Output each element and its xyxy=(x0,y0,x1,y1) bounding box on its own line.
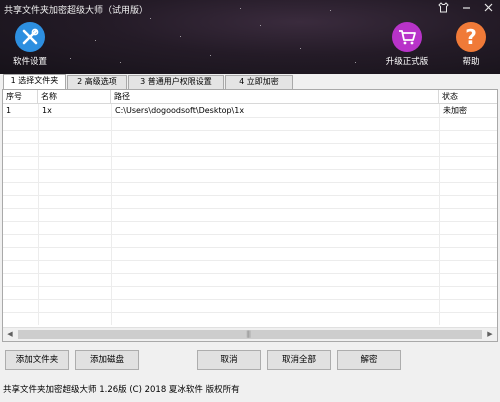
close-icon[interactable] xyxy=(482,2,494,14)
help-button[interactable]: ? 帮助 xyxy=(447,22,495,67)
cancel-button[interactable]: 取消 xyxy=(197,350,261,370)
column-header-status[interactable]: 状态 xyxy=(439,90,497,104)
table-header: 序号 名称 路径 状态 xyxy=(3,90,497,104)
tab-select-folder[interactable]: 1 选择文件夹 xyxy=(3,74,66,90)
tab-user-permissions[interactable]: 3 普通用户权限设置 xyxy=(128,75,224,89)
app-header: 共享文件夹加密超级大师（试用版） 软件设置 升级正式版 ? 帮助 xyxy=(0,0,500,74)
settings-label: 软件设置 xyxy=(12,57,47,67)
cancel-all-button[interactable]: 取消全部 xyxy=(267,350,331,370)
folder-table: 序号 名称 路径 状态 1 1x C:\Users\dogoodsoft\Des… xyxy=(2,89,498,342)
status-bar: 共享文件夹加密超级大师 1.26版 (C) 2018 夏冰软件 版权所有 xyxy=(3,385,240,395)
cell-status: 未加密 xyxy=(443,106,467,115)
settings-button[interactable]: 软件设置 xyxy=(6,22,54,67)
scroll-right-arrow-icon[interactable]: ▶ xyxy=(483,328,497,341)
column-header-path[interactable]: 路径 xyxy=(111,90,439,104)
cell-path: C:\Users\dogoodsoft\Desktop\1x xyxy=(115,106,245,115)
scroll-left-arrow-icon[interactable]: ◀ xyxy=(3,328,17,341)
column-header-index[interactable]: 序号 xyxy=(3,90,38,104)
cell-name: 1x xyxy=(42,106,52,115)
cart-icon xyxy=(392,22,422,52)
column-header-name[interactable]: 名称 xyxy=(38,90,111,104)
tab-advanced-options[interactable]: 2 高级选项 xyxy=(67,75,127,89)
upgrade-button[interactable]: 升级正式版 xyxy=(383,22,431,67)
add-folder-button[interactable]: 添加文件夹 xyxy=(5,350,69,370)
tools-icon xyxy=(15,22,45,52)
tab-bar: 1 选择文件夹 2 高级选项 3 普通用户权限设置 4 立即加密 xyxy=(0,74,500,90)
minimize-icon[interactable] xyxy=(460,2,472,14)
upgrade-label: 升级正式版 xyxy=(385,57,429,67)
grip-icon: ||| xyxy=(246,330,251,338)
tab-encrypt-now[interactable]: 4 立即加密 xyxy=(225,75,293,89)
cell-index: 1 xyxy=(6,106,12,115)
scrollbar-thumb[interactable]: ||| xyxy=(18,330,482,339)
question-icon: ? xyxy=(456,22,486,52)
window-title: 共享文件夹加密超级大师（试用版） xyxy=(4,6,149,16)
add-disk-button[interactable]: 添加磁盘 xyxy=(75,350,139,370)
decrypt-button[interactable]: 解密 xyxy=(337,350,401,370)
help-label: 帮助 xyxy=(462,57,480,67)
horizontal-scrollbar[interactable]: ◀ ||| ▶ xyxy=(3,327,497,341)
skin-icon[interactable] xyxy=(437,2,449,14)
